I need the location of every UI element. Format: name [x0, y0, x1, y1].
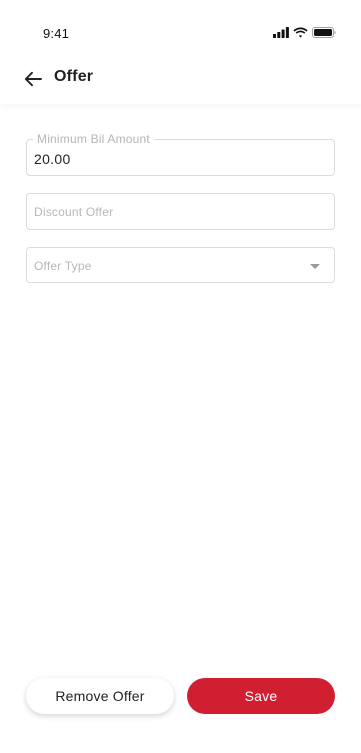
signal-icon — [273, 26, 289, 38]
discount-offer-placeholder: Discount Offer — [34, 205, 114, 219]
minimum-bill-amount-field[interactable]: Minimum Bil Amount 20.00 — [26, 132, 335, 176]
minimum-bill-amount-value: 20.00 — [34, 151, 71, 167]
back-button[interactable] — [22, 68, 44, 90]
action-bar: Remove Offer Save — [0, 676, 361, 716]
wifi-icon — [293, 27, 308, 38]
discount-offer-field[interactable]: Discount Offer — [26, 193, 335, 230]
battery-icon — [312, 26, 336, 38]
status-bar: 9:41 — [0, 0, 361, 56]
save-button[interactable]: Save — [187, 678, 335, 714]
arrow-left-icon — [24, 71, 42, 87]
offer-type-select[interactable]: Offer Type — [26, 247, 335, 283]
status-icons — [273, 26, 336, 38]
remove-offer-button[interactable]: Remove Offer — [26, 678, 174, 714]
page-title: Offer — [54, 68, 94, 85]
app-header: Offer — [0, 56, 361, 104]
minimum-bill-amount-label: Minimum Bil Amount — [33, 132, 154, 146]
caret-down-icon — [310, 264, 320, 269]
offer-type-placeholder: Offer Type — [34, 259, 92, 273]
status-time: 9:41 — [43, 26, 70, 41]
